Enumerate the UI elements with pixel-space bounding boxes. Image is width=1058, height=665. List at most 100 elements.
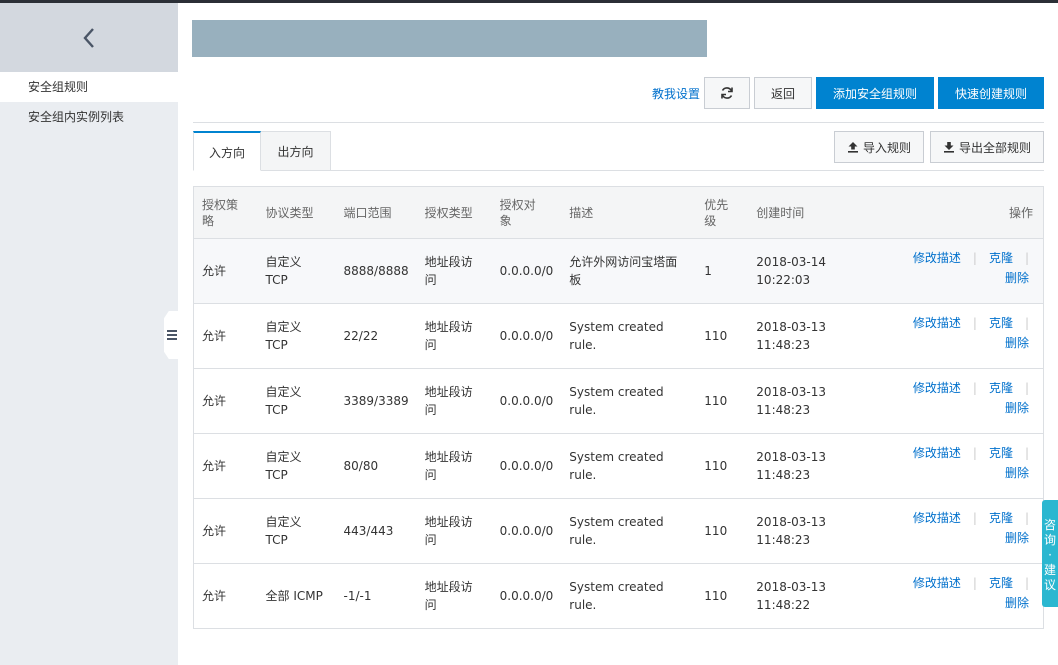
cell-policy: 允许: [193, 368, 258, 434]
page-title-bar: [192, 20, 707, 57]
tab-outbound[interactable]: 出方向: [261, 131, 331, 171]
cell-auth-type: 地址段访问: [416, 238, 492, 304]
cell-policy: 允许: [193, 238, 258, 304]
export-all-rules-button[interactable]: 导出全部规则: [929, 131, 1044, 163]
cell-created: 2018-03-13 11:48:23: [748, 368, 894, 434]
clone-link[interactable]: 克隆: [989, 511, 1013, 525]
tab-inbound[interactable]: 入方向: [193, 131, 261, 171]
cell-port: 80/80: [335, 433, 417, 499]
cell-priority: 110: [696, 433, 749, 499]
refresh-button[interactable]: [704, 77, 750, 109]
upload-icon: [847, 141, 859, 153]
separator: |: [1024, 251, 1029, 265]
cell-description: System created rule.: [561, 368, 697, 434]
separator: |: [1024, 446, 1029, 460]
cell-created: 2018-03-13 11:48:23: [748, 498, 894, 564]
col-description: 描述: [561, 186, 697, 239]
cell-protocol: 自定义 TCP: [257, 498, 336, 564]
consult-feedback-tab[interactable]: 咨询 · 建议: [1042, 500, 1058, 607]
cell-protocol: 自定义 TCP: [257, 368, 336, 434]
rules-table: 授权策略 协议类型 端口范围 授权类型 授权对象 描述 优先级 创建时间 操作 …: [193, 186, 1044, 629]
help-link[interactable]: 教我设置: [652, 85, 700, 102]
cell-priority: 110: [696, 368, 749, 434]
cell-protocol: 自定义 TCP: [257, 303, 336, 369]
edit-description-link[interactable]: 修改描述: [913, 381, 961, 395]
clone-link[interactable]: 克隆: [989, 576, 1013, 590]
delete-link[interactable]: 删除: [1005, 401, 1029, 415]
cell-auth-type: 地址段访问: [416, 433, 492, 499]
cell-priority: 110: [696, 303, 749, 369]
separator: |: [972, 446, 977, 460]
edit-description-link[interactable]: 修改描述: [913, 251, 961, 265]
cell-description: System created rule.: [561, 303, 697, 369]
delete-link[interactable]: 删除: [1005, 271, 1029, 285]
separator: |: [972, 251, 977, 265]
menu-collapse-icon: [167, 330, 177, 340]
cell-auth-object: 0.0.0.0/0: [491, 563, 562, 629]
cell-created: 2018-03-14 10:22:03: [748, 238, 894, 304]
delete-link[interactable]: 删除: [1005, 596, 1029, 610]
delete-link[interactable]: 删除: [1005, 531, 1029, 545]
table-row: 允许 自定义 TCP 8888/8888 地址段访问 0.0.0.0/0 允许外网访问宝塔面…: [193, 238, 1044, 304]
cell-port: 3389/3389: [335, 368, 417, 434]
cell-policy: 允许: [193, 498, 258, 564]
import-export-group: 导入规则 导出全部规则: [828, 131, 1044, 163]
download-icon: [943, 141, 955, 153]
separator: |: [972, 316, 977, 330]
separator: |: [972, 576, 977, 590]
separator: |: [972, 511, 977, 525]
separator: |: [1024, 511, 1029, 525]
col-protocol: 协议类型: [257, 186, 336, 239]
sidebar-item-security-rules[interactable]: 安全组规则: [0, 72, 178, 102]
cell-created: 2018-03-13 11:48:22: [748, 563, 894, 629]
table-row: 允许 全部 ICMP -1/-1 地址段访问 0.0.0.0/0 System creat…: [193, 563, 1044, 629]
clone-link[interactable]: 克隆: [989, 381, 1013, 395]
separator: |: [1024, 381, 1029, 395]
back-chevron-button[interactable]: [77, 26, 101, 50]
sidebar-item-instances[interactable]: 安全组内实例列表: [0, 102, 178, 132]
col-auth-type: 授权类型: [416, 186, 492, 239]
edit-description-link[interactable]: 修改描述: [913, 316, 961, 330]
edit-description-link[interactable]: 修改描述: [913, 446, 961, 460]
cell-auth-type: 地址段访问: [416, 563, 492, 629]
clone-link[interactable]: 克隆: [989, 251, 1013, 265]
export-all-rules-label: 导出全部规则: [958, 140, 1031, 155]
clone-link[interactable]: 克隆: [989, 446, 1013, 460]
edit-description-link[interactable]: 修改描述: [913, 576, 961, 590]
cell-auth-type: 地址段访问: [416, 368, 492, 434]
cell-priority: 1: [696, 238, 749, 304]
cell-auth-object: 0.0.0.0/0: [491, 238, 562, 304]
table-row: 允许 自定义 TCP 80/80 地址段访问 0.0.0.0/0 System create…: [193, 433, 1044, 499]
sidebar-collapse-button[interactable]: [164, 311, 180, 359]
cell-operations: 修改描述 | 克隆 | 删除: [893, 433, 1044, 499]
clone-link[interactable]: 克隆: [989, 316, 1013, 330]
cell-priority: 110: [696, 563, 749, 629]
cell-auth-object: 0.0.0.0/0: [491, 368, 562, 434]
table-row: 允许 自定义 TCP 443/443 地址段访问 0.0.0.0/0 System crea…: [193, 498, 1044, 564]
import-rules-button[interactable]: 导入规则: [833, 131, 924, 163]
toolbar: 教我设置 返回 添加安全组规则 快速创建规则: [652, 77, 1044, 109]
delete-link[interactable]: 删除: [1005, 466, 1029, 480]
direction-tabs: 入方向 出方向: [193, 131, 331, 171]
quick-create-button[interactable]: 快速创建规则: [938, 77, 1044, 109]
table-row: 允许 自定义 TCP 22/22 地址段访问 0.0.0.0/0 System create…: [193, 303, 1044, 369]
col-port: 端口范围: [335, 186, 417, 239]
chevron-left-icon: [83, 27, 94, 48]
back-button[interactable]: 返回: [754, 77, 812, 109]
cell-created: 2018-03-13 11:48:23: [748, 433, 894, 499]
cell-port: 8888/8888: [335, 238, 417, 304]
separator: |: [972, 381, 977, 395]
delete-link[interactable]: 删除: [1005, 336, 1029, 350]
col-operations: 操作: [893, 186, 1044, 239]
cell-protocol: 自定义 TCP: [257, 238, 336, 304]
cell-operations: 修改描述 | 克隆 | 删除: [893, 498, 1044, 564]
cell-protocol: 自定义 TCP: [257, 433, 336, 499]
import-rules-label: 导入规则: [862, 140, 911, 155]
add-rule-button[interactable]: 添加安全组规则: [816, 77, 934, 109]
cell-auth-object: 0.0.0.0/0: [491, 498, 562, 564]
tab-underline: [331, 170, 1044, 171]
table-header-row: 授权策略 协议类型 端口范围 授权类型 授权对象 描述 优先级 创建时间 操作: [193, 186, 1044, 239]
cell-operations: 修改描述 | 克隆 | 删除: [893, 238, 1044, 304]
edit-description-link[interactable]: 修改描述: [913, 511, 961, 525]
col-policy: 授权策略: [193, 186, 258, 239]
